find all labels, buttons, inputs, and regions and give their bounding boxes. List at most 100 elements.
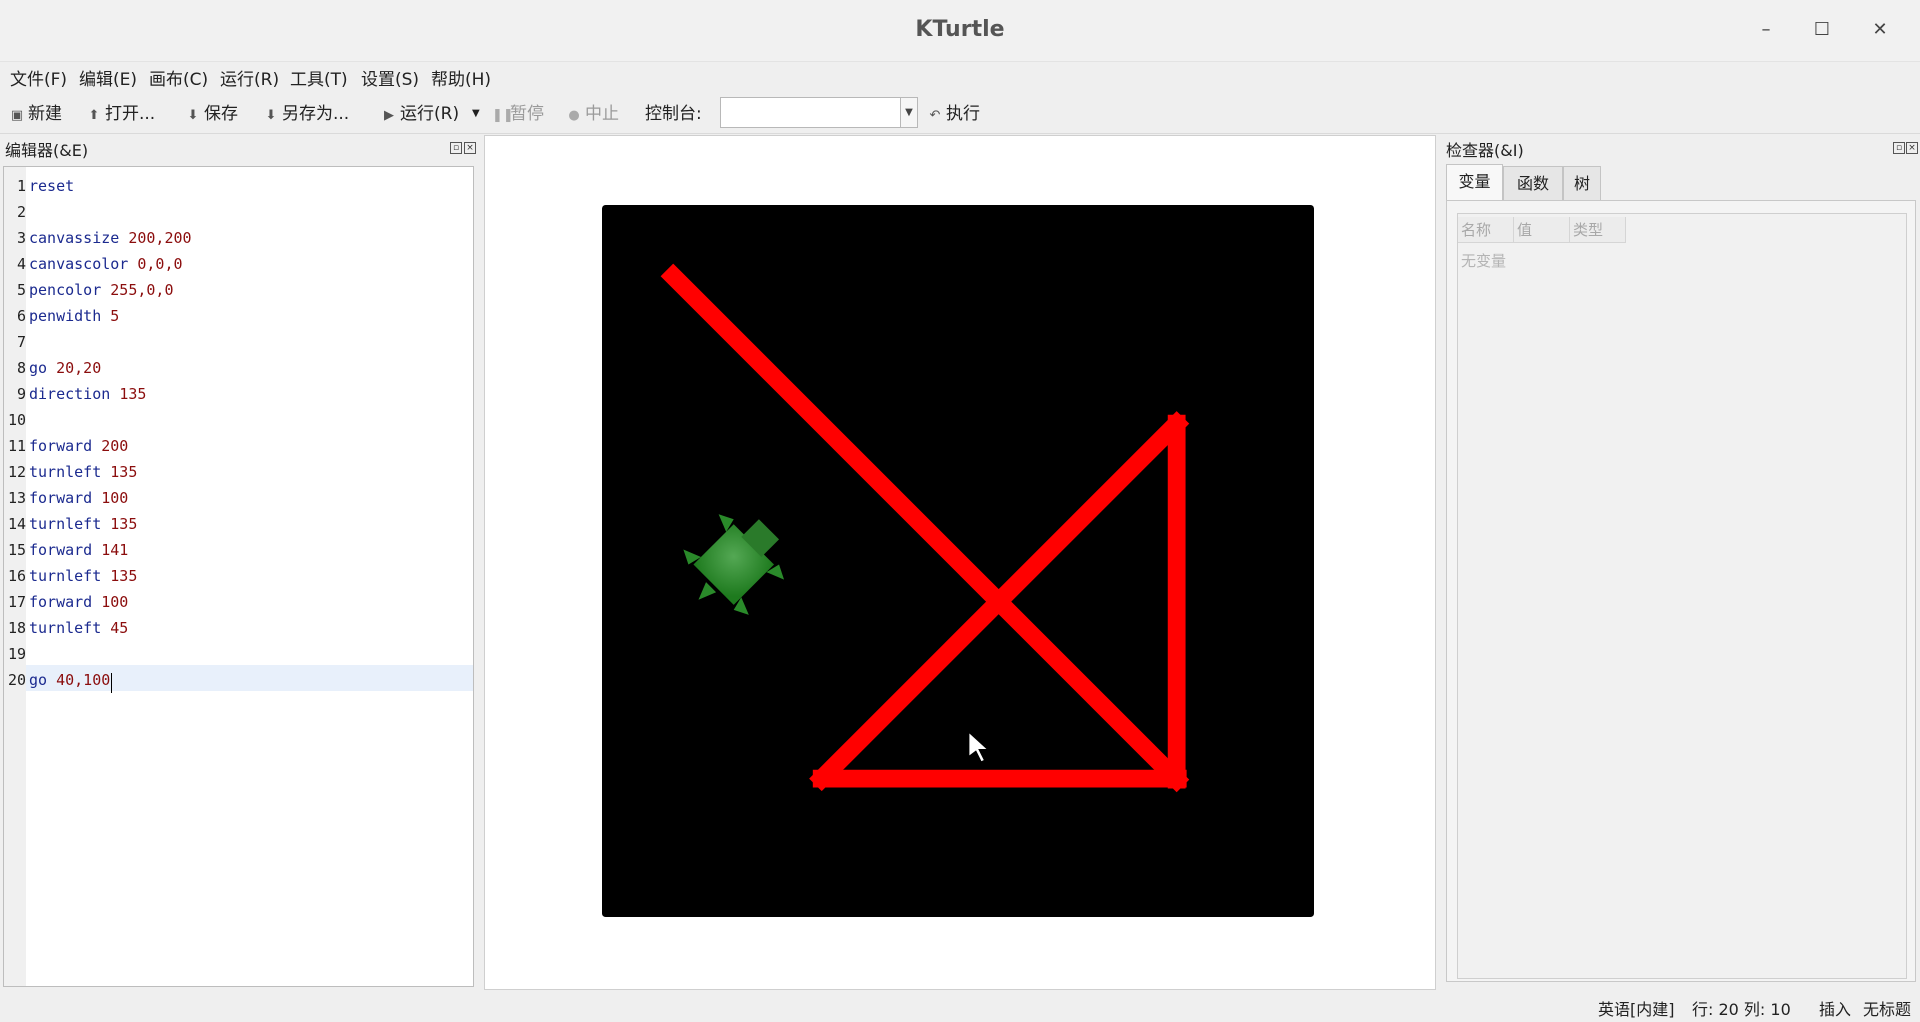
code-line: turnleft 135 <box>29 515 137 533</box>
pause-label: 暂停 <box>510 104 544 124</box>
status-language: 英语[内建] <box>1598 1000 1675 1019</box>
code-arguments: 20,20 <box>56 359 102 377</box>
dock-close-icon[interactable]: × <box>464 142 476 154</box>
code-line: go 40,100 <box>29 671 110 689</box>
abort-button[interactable]: ● 中止 <box>567 101 619 127</box>
empty-variables-message: 无变量 <box>1461 252 1507 270</box>
column-header-type[interactable]: 类型 <box>1570 217 1626 243</box>
column-header-name[interactable]: 名称 <box>1458 217 1514 243</box>
code-arguments: 200 <box>101 437 129 455</box>
code-keyword: pencolor <box>29 281 102 299</box>
new-button[interactable]: ▣ 新建 <box>10 101 62 127</box>
code-editor[interactable]: 1 2 3 4 5 6 7 8 9 10 11 12 13 14 15 16 17 18 19 20 reset can… <box>3 166 474 987</box>
pause-button[interactable]: ❚❚暂停 <box>492 101 544 127</box>
line-number: 11 <box>7 437 26 455</box>
line-number: 5 <box>16 281 26 299</box>
status-insert-mode: 插入 <box>1819 1000 1852 1019</box>
code-arguments: 40,100 <box>56 671 111 689</box>
code-keyword: direction <box>29 385 111 403</box>
line-number: 2 <box>16 203 26 221</box>
variables-table[interactable]: 名称 值 类型 无变量 <box>1457 213 1907 979</box>
open-button[interactable]: ⬆ 打开... <box>87 101 156 127</box>
upload-icon: ⬆ <box>88 108 100 123</box>
menu-canvas[interactable]: 画布(C) <box>149 65 208 90</box>
menu-settings[interactable]: 设置(S) <box>361 65 419 90</box>
code-arguments: 135 <box>110 463 138 481</box>
dock-float-icon[interactable]: ▫ <box>450 142 462 154</box>
code-line: canvascolor 0,0,0 <box>29 255 183 273</box>
text-cursor <box>110 673 112 693</box>
code-line: forward 100 <box>29 593 128 611</box>
menu-help[interactable]: 帮助(H) <box>431 65 491 90</box>
code-keyword: reset <box>29 177 75 195</box>
new-file-icon: ▣ <box>10 108 24 123</box>
new-label: 新建 <box>28 104 62 124</box>
download-icon: ⬇ <box>187 108 199 123</box>
code-line: forward 200 <box>29 437 128 455</box>
code-arguments: 100 <box>101 489 129 507</box>
menu-run[interactable]: 运行(R) <box>220 65 279 90</box>
dock-float-icon[interactable]: ▫ <box>1893 142 1905 154</box>
code-keyword: forward <box>29 489 93 507</box>
code-keyword: turnleft <box>29 463 102 481</box>
execute-label: 执行 <box>946 104 980 124</box>
code-arguments: 255,0,0 <box>110 281 174 299</box>
tab-variables[interactable]: 变量 <box>1446 164 1503 200</box>
run-button[interactable]: ▶ 运行(R) <box>382 101 459 127</box>
code-line: canvassize 200,200 <box>29 229 192 247</box>
minimize-button[interactable]: – <box>1748 14 1784 46</box>
code-keyword: canvassize <box>29 229 120 247</box>
line-number: 9 <box>16 385 26 403</box>
abort-label: 中止 <box>585 104 619 124</box>
code-keyword: penwidth <box>29 307 102 325</box>
line-number: 15 <box>7 541 26 559</box>
pause-icon: ❚❚ <box>492 108 514 123</box>
line-number: 6 <box>16 307 26 325</box>
code-line: pencolor 255,0,0 <box>29 281 174 299</box>
code-keyword: go <box>29 359 48 377</box>
open-label: 打开... <box>105 104 156 124</box>
run-speed-dropdown[interactable]: ▼ <box>472 101 480 127</box>
console-dropdown-button[interactable]: ▼ <box>900 97 918 128</box>
save-as-icon: ⬇ <box>265 108 277 123</box>
execute-button[interactable]: ↶ 执行 <box>928 101 980 127</box>
line-number: 18 <box>7 619 26 637</box>
code-keyword: turnleft <box>29 515 102 533</box>
code-arguments: 5 <box>110 307 120 325</box>
code-arguments: 45 <box>110 619 129 637</box>
maximize-button[interactable]: ☐ <box>1804 14 1840 46</box>
code-arguments: 0,0,0 <box>137 255 183 273</box>
code-line: forward 100 <box>29 489 128 507</box>
console-input[interactable] <box>720 97 902 128</box>
tab-functions[interactable]: 函数 <box>1503 166 1563 200</box>
inspector-pane: 名称 值 类型 无变量 <box>1446 200 1916 982</box>
code-keyword: turnleft <box>29 619 102 637</box>
line-number: 14 <box>7 515 26 533</box>
dock-close-icon[interactable]: × <box>1906 142 1918 154</box>
code-keyword: forward <box>29 437 93 455</box>
play-icon: ▶ <box>384 108 394 123</box>
save-as-button[interactable]: ⬇ 另存为... <box>264 101 350 127</box>
code-keyword: canvascolor <box>29 255 129 273</box>
code-line: go 20,20 <box>29 359 101 377</box>
save-button[interactable]: ⬇ 保存 <box>186 101 238 127</box>
column-header-value[interactable]: 值 <box>1514 217 1570 243</box>
line-number: 12 <box>7 463 26 481</box>
status-cursor-position: 行: 20 列: 10 <box>1692 1000 1791 1019</box>
code-arguments: 135 <box>110 515 138 533</box>
code-keyword: forward <box>29 593 93 611</box>
tab-tree[interactable]: 树 <box>1563 166 1601 200</box>
code-keyword: forward <box>29 541 93 559</box>
code-keyword: go <box>29 671 48 689</box>
line-number: 20 <box>7 671 26 689</box>
menu-tools[interactable]: 工具(T) <box>290 65 348 90</box>
turtle-canvas[interactable] <box>602 205 1314 917</box>
line-number: 1 <box>16 177 26 195</box>
code-line: turnleft 135 <box>29 567 137 585</box>
code-arguments: 135 <box>119 385 147 403</box>
menu-file[interactable]: 文件(F) <box>10 65 67 90</box>
code-arguments: 100 <box>101 593 129 611</box>
save-label: 保存 <box>204 104 238 124</box>
menu-edit[interactable]: 编辑(E) <box>79 65 137 90</box>
close-button[interactable]: ✕ <box>1862 14 1898 46</box>
